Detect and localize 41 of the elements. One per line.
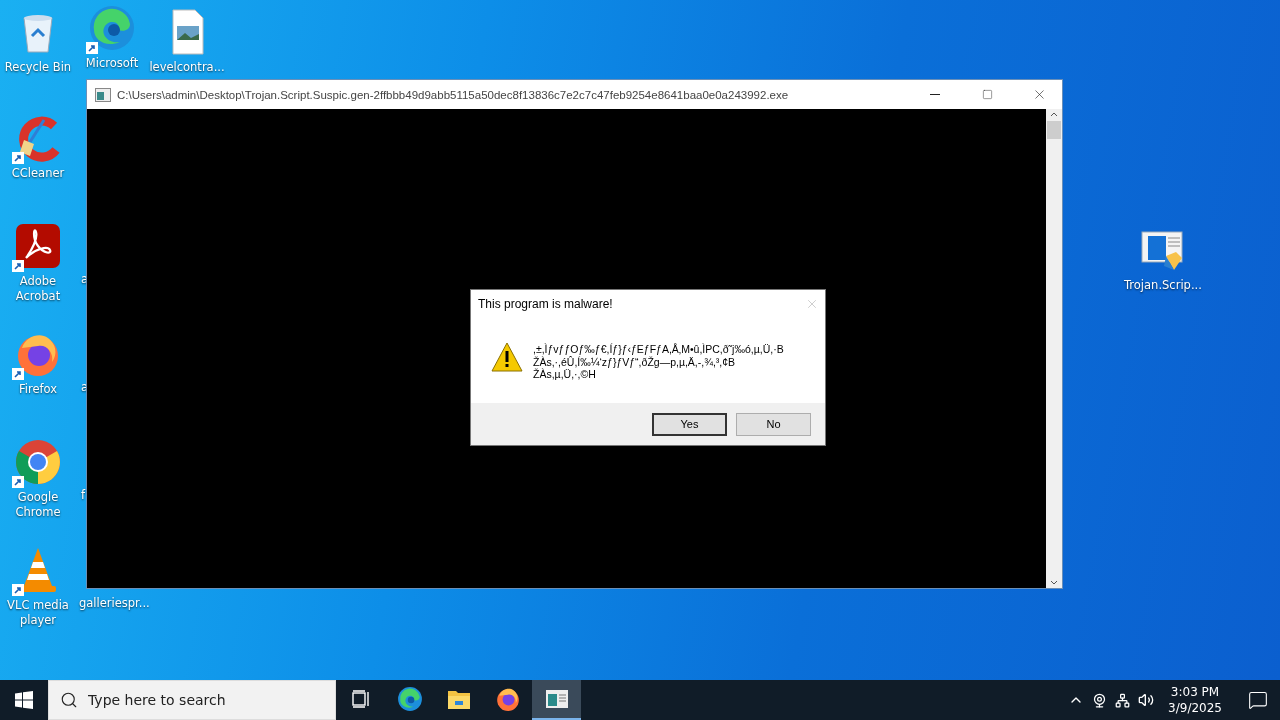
desktop-icon-label[interactable]: Trojan.Scrip...: [1124, 278, 1200, 293]
dialog-button[interactable]: Yes: [652, 412, 727, 436]
edge-icon: [396, 686, 423, 712]
speech-bubble-icon: [1248, 690, 1268, 710]
chrome-icon: [14, 438, 62, 486]
desktop-icon-label[interactable]: Adobe Acrobat: [0, 274, 76, 304]
desktop-icon-label[interactable]: Microsoft: [85, 56, 139, 71]
folder-icon: [446, 688, 471, 710]
desktop-icon-label[interactable]: f: [81, 488, 86, 503]
desktop-icon-label[interactable]: VLC media player: [0, 598, 76, 628]
search-icon: [60, 691, 78, 709]
app-window-icon: [544, 689, 569, 709]
clock-time: 3:03 PM: [1170, 684, 1220, 700]
desktop-icon-label[interactable]: levelcontra...: [149, 60, 225, 75]
task-view-icon: [350, 689, 371, 709]
desktop-icon-label[interactable]: CCleaner: [11, 166, 65, 181]
taskbar-app-button[interactable]: [532, 680, 581, 720]
desktop-icon-label[interactable]: Firefox: [18, 382, 58, 397]
minimize-icon: [930, 94, 940, 95]
clock-date: 3/9/2025: [1168, 700, 1222, 716]
scroll-thumb[interactable]: [1047, 121, 1061, 139]
maximize-icon: [981, 89, 993, 100]
desktop-icon-label[interactable]: Recycle Bin: [4, 60, 72, 75]
scrollbar[interactable]: [1046, 109, 1062, 588]
dialog-title: This program is malware!: [478, 297, 613, 311]
camera-icon[interactable]: [1092, 692, 1108, 708]
edge-icon: [88, 4, 136, 52]
window-title: C:\Users\admin\Desktop\Trojan.Script.Suspic.gen-2ffbbb49d9abb5115a50dec8f13836c7e2c7c47feb9254e8641baa0e0a243992.exe: [117, 88, 790, 101]
acrobat-icon: [14, 222, 62, 270]
search-field[interactable]: Type here to search: [48, 680, 336, 720]
dialog-message: ,±,ÌƒvƒƒOƒ‰ƒ€,Íƒ}ƒ‹ƒEƒFƒA,Å‚M•û,ÌPC,ð˜j‰ó,µ,Ü,·B ŽÀs,·,éÛ,Í‰¼‘zƒ}ƒVƒ“,ðŽg—p,µ,Ä,-,¾,³,¢B ŽÀs,µ,Ü,·,©H: [533, 343, 784, 381]
console-icon: [95, 87, 111, 102]
desktop-icon-label[interactable]: Google Chrome: [0, 490, 76, 520]
warning-icon: [491, 342, 523, 372]
windows-logo-icon: [15, 691, 33, 709]
network-icon[interactable]: [1115, 692, 1131, 708]
volume-icon[interactable]: [1138, 692, 1155, 708]
dialog-button[interactable]: No: [736, 412, 811, 436]
desktop-icon-label[interactable]: galleriespr...: [79, 596, 150, 611]
clock[interactable]: 3:03 PM 3/9/2025: [1162, 684, 1228, 716]
firefox-icon: [494, 686, 521, 712]
